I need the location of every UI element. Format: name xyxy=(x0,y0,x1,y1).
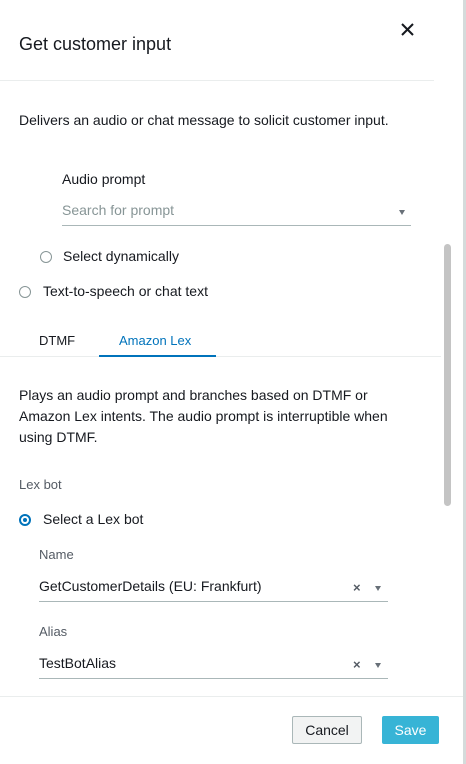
tab-amazon-lex[interactable]: Amazon Lex xyxy=(119,333,191,348)
cancel-button[interactable]: Cancel xyxy=(292,716,362,744)
tab-dtmf[interactable]: DTMF xyxy=(39,333,75,348)
tts-radio[interactable] xyxy=(19,286,31,298)
prompt-search-select[interactable]: Search for prompt xyxy=(62,199,411,226)
bot-name-value: GetCustomerDetails (EU: Frankfurt) xyxy=(39,578,262,594)
alias-label: Alias xyxy=(39,624,68,639)
save-button[interactable]: Save xyxy=(382,716,439,744)
scrollbar-thumb[interactable] xyxy=(444,244,451,506)
page-title: Get customer input xyxy=(19,34,172,54)
panel-description: Delivers an audio or chat message to sol… xyxy=(19,112,389,128)
bot-alias-value: TestBotAlias xyxy=(39,655,117,671)
tabs-divider xyxy=(0,356,441,357)
close-icon[interactable] xyxy=(398,20,418,40)
prompt-search-placeholder: Search for prompt xyxy=(62,202,175,218)
chevron-down-icon xyxy=(399,210,405,215)
lex-bot-section-label: Lex bot xyxy=(19,477,62,492)
active-tab-indicator xyxy=(99,355,216,357)
footer-divider xyxy=(0,696,463,697)
panel-header: Get customer input xyxy=(0,0,434,81)
tts-label: Text-to-speech or chat text xyxy=(43,283,208,299)
select-dynamically-label: Select dynamically xyxy=(63,248,179,264)
select-dynamically-radio[interactable] xyxy=(40,251,52,263)
lex-description: Plays an audio prompt and branches based… xyxy=(19,387,388,445)
audio-prompt-label: Audio prompt xyxy=(62,171,146,187)
chevron-down-icon xyxy=(375,663,381,668)
chevron-down-icon xyxy=(375,586,381,591)
clear-icon[interactable]: × xyxy=(353,657,361,672)
select-lex-bot-label: Select a Lex bot xyxy=(43,511,144,527)
bot-name-select[interactable]: GetCustomerDetails (EU: Frankfurt) × xyxy=(39,575,388,602)
bot-alias-select[interactable]: TestBotAlias × xyxy=(39,652,388,679)
clear-icon[interactable]: × xyxy=(353,580,361,595)
select-lex-bot-radio[interactable] xyxy=(19,514,31,526)
name-label: Name xyxy=(39,547,74,562)
